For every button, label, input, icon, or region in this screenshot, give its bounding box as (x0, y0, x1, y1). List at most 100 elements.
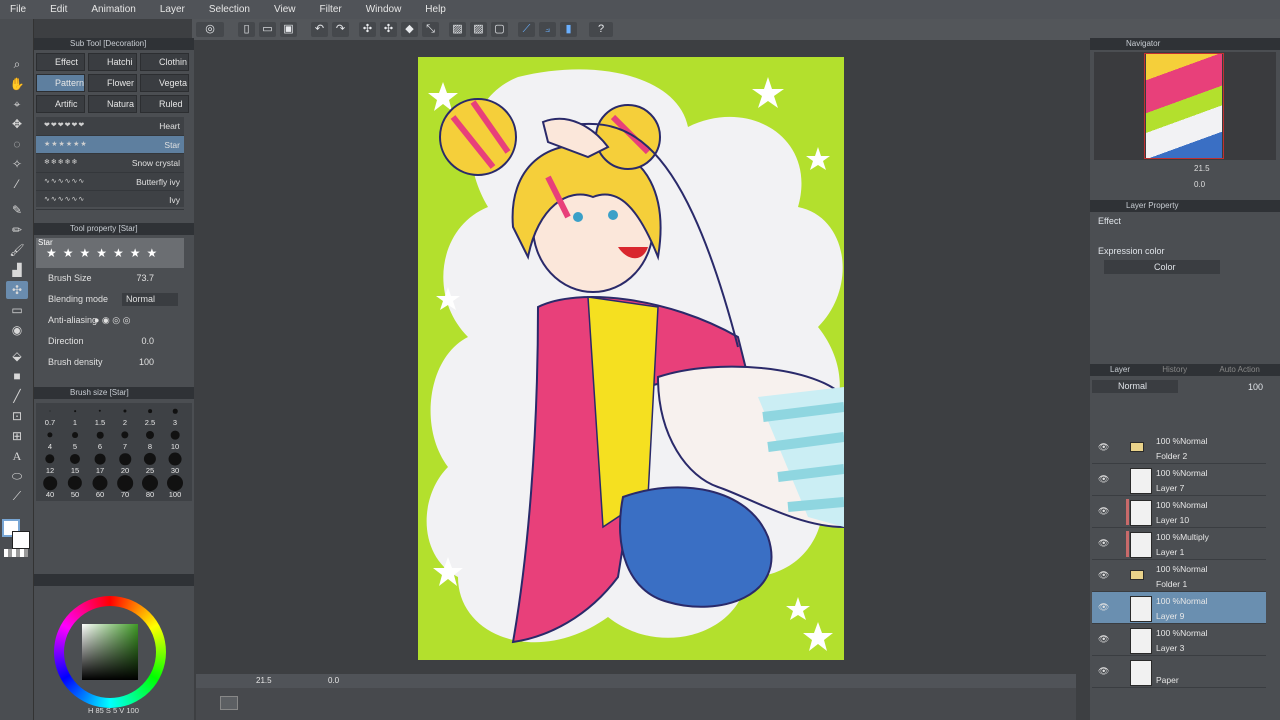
menu-help[interactable]: Help (425, 4, 446, 15)
layer-opacity[interactable]: 100 (1248, 382, 1263, 392)
brush-size-cell[interactable]: 15 (63, 453, 87, 475)
brush-size-cell[interactable]: 12 (38, 453, 62, 475)
direction-row[interactable]: Direction 0.0 (34, 331, 194, 352)
menu-file[interactable]: File (10, 4, 26, 15)
snap-ruler-icon[interactable]: ⟋ (518, 22, 535, 37)
navigator-zoom[interactable]: 21.5 (1194, 164, 1210, 173)
fill-tool-icon[interactable]: ⬙ (6, 347, 28, 365)
brush-density-row[interactable]: Brush density 100 (34, 352, 194, 373)
snap-special-ruler-icon[interactable]: ⟓ (539, 22, 556, 37)
brush-size-cell[interactable]: 100 (163, 475, 187, 499)
brush-size-cell[interactable]: 50 (63, 475, 87, 499)
decoration-tool-icon[interactable]: ✣ (6, 281, 28, 299)
tab-auto-action[interactable]: Auto Action (1219, 365, 1259, 374)
layer-row[interactable]: 👁 100 %Multiply Layer 1 (1092, 528, 1266, 560)
layer-row[interactable]: 👁 100 %Normal Folder 1 (1092, 560, 1266, 592)
layer-row[interactable]: 👁 100 %Normal Layer 10 (1092, 496, 1266, 528)
snap-grid-icon[interactable]: ▮ (560, 22, 577, 37)
subtool-tab-effect[interactable]: Effect (36, 53, 85, 71)
eye-icon[interactable]: 👁 (1098, 442, 1109, 453)
eye-icon[interactable]: 👁 (1098, 474, 1109, 485)
blend-tool-icon[interactable]: ◉ (6, 321, 28, 339)
brush-size-cell[interactable]: 0.7 (38, 405, 62, 427)
brush-size-row[interactable]: Brush Size 73.7 (34, 268, 194, 289)
color-square[interactable] (82, 624, 138, 680)
artwork-canvas[interactable] (418, 57, 844, 660)
menu-view[interactable]: View (274, 4, 296, 15)
menu-animation[interactable]: Animation (91, 4, 135, 15)
brush-size-cell[interactable]: 4 (38, 429, 62, 451)
frame-tool-icon[interactable]: ⊡ (6, 407, 28, 425)
new-file-icon[interactable]: ▯ (238, 22, 255, 37)
eraser-tool-icon[interactable]: ▭ (6, 301, 28, 319)
operation-tool-icon[interactable]: ⌖ (6, 95, 28, 113)
eye-icon[interactable]: 👁 (1098, 666, 1109, 677)
move-layer-tool-icon[interactable]: ✥ (6, 115, 28, 133)
save-icon[interactable]: ▣ (280, 22, 297, 37)
eye-icon[interactable]: 👁 (1098, 506, 1109, 517)
brush-item-star[interactable]: ★★★★★★ Star (36, 135, 184, 154)
open-file-icon[interactable]: ▭ (259, 22, 276, 37)
brush-size-cell[interactable]: 2 (113, 405, 137, 427)
brush-size-cell[interactable]: 8 (138, 429, 162, 451)
layer-row[interactable]: 👁 100 %Normal Layer 7 (1092, 464, 1266, 496)
eye-icon[interactable]: 👁 (1098, 570, 1109, 581)
layer-row[interactable]: 👁 100 %Normal Layer 9 (1092, 592, 1266, 624)
subtool-tab-pattern[interactable]: Pattern (36, 74, 85, 92)
undo-icon[interactable]: ↶ (311, 22, 328, 37)
eyedropper-tool-icon[interactable]: ⁄ (6, 175, 28, 193)
subtool-tab-nature[interactable]: Natura (88, 95, 137, 113)
brush-size-cell[interactable]: 17 (88, 453, 112, 475)
canvas-scrollbar[interactable] (196, 688, 1076, 720)
brush-size-cell[interactable]: 70 (113, 475, 137, 499)
balloon-tool-icon[interactable]: ⬭ (6, 467, 28, 485)
subtool-tab-artificial[interactable]: Artific (36, 95, 85, 113)
clear-outside-icon[interactable]: ✣ (380, 22, 397, 37)
brush-size-cell[interactable]: 1 (63, 405, 87, 427)
layer-blend-select[interactable]: Normal (1092, 380, 1178, 393)
menu-selection[interactable]: Selection (209, 4, 250, 15)
correct-line-tool-icon[interactable]: ⟋ (6, 487, 28, 505)
brush-size-cell[interactable]: 30 (163, 452, 187, 475)
eye-icon[interactable]: 👁 (1098, 602, 1109, 613)
menu-filter[interactable]: Filter (319, 4, 341, 15)
menu-layer[interactable]: Layer (160, 4, 185, 15)
brush-size-cell[interactable]: 5 (63, 429, 87, 451)
airbrush-tool-icon[interactable]: ▟ (6, 261, 28, 279)
subtool-tab-clothing[interactable]: Clothin (140, 53, 189, 71)
help-icon[interactable]: ? (589, 22, 613, 37)
menu-edit[interactable]: Edit (50, 4, 67, 15)
brush-size-cell[interactable]: 7 (113, 429, 137, 451)
brush-item-butterfly-ivy[interactable]: ∿∿∿∿∿∿ Butterfly ivy (36, 173, 184, 191)
transform-icon[interactable]: ⤡ (422, 22, 439, 37)
subtool-tab-flower[interactable]: Flower (88, 74, 137, 92)
brush-size-cell[interactable]: 25 (138, 452, 162, 475)
pen-tool-icon[interactable]: ✎ (6, 201, 28, 219)
canvas-layout-icon[interactable] (220, 696, 238, 710)
brush-size-cell[interactable]: 2.5 (138, 405, 162, 427)
brush-size-cell[interactable]: 60 (88, 475, 112, 499)
clear-icon[interactable]: ✣ (359, 22, 376, 37)
expression-color-select[interactable]: Color (1104, 260, 1220, 274)
transparent-swatch[interactable] (4, 549, 28, 557)
gradient-tool-icon[interactable]: ■ (6, 367, 28, 385)
brush-size-cell[interactable]: 80 (138, 475, 162, 499)
brush-size-cell[interactable]: 20 (113, 453, 137, 475)
invert-selection-icon[interactable]: ▨ (470, 22, 487, 37)
zoom-tool-icon[interactable]: ⌕ (6, 55, 28, 73)
anti-aliasing-row[interactable]: Anti-aliasing ● ◉ ◎ ◎ (34, 310, 194, 331)
ruler-tool-icon[interactable]: ⊞ (6, 427, 28, 445)
deselect-icon[interactable]: ▨ (449, 22, 466, 37)
app-logo-icon[interactable]: ◎ (196, 22, 224, 37)
hand-tool-icon[interactable]: ✋ (6, 75, 28, 93)
subtool-tab-hatching[interactable]: Hatchi (88, 53, 137, 71)
pencil-tool-icon[interactable]: ✏ (6, 221, 28, 239)
brush-size-cell[interactable]: 1.5 (88, 405, 112, 427)
blending-mode-row[interactable]: Blending mode Normal (34, 289, 194, 310)
layer-row[interactable]: 👁 100 %Normal Layer 3 (1092, 624, 1266, 656)
figure-tool-icon[interactable]: ╱ (6, 387, 28, 405)
brush-item-snow-crystal[interactable]: ❄❄❄❄❄ Snow crystal (36, 154, 184, 173)
color-wheel[interactable] (54, 596, 166, 708)
menu-window[interactable]: Window (366, 4, 402, 15)
brush-size-cell[interactable]: 6 (88, 429, 112, 451)
